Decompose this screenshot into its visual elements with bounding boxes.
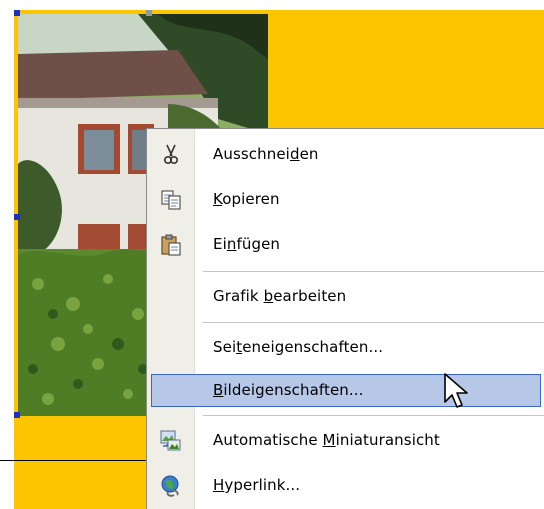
selection-handle-top-middle[interactable] — [146, 10, 152, 16]
menu-separator — [203, 415, 544, 416]
menu-separator — [203, 271, 544, 272]
menu-item-auto-thumbnail[interactable]: Automatische Miniaturansicht — [147, 422, 544, 459]
selection-handle-bottom-left[interactable] — [14, 412, 20, 418]
menu-item-page-properties[interactable]: Seiteneigenschaften... — [147, 329, 544, 366]
menu-separator — [203, 322, 544, 323]
menu-item-label: Bildeigenschaften... — [213, 381, 364, 399]
menu-item-label: Seiteneigenschaften... — [213, 338, 384, 356]
menu-item-label: Grafik bearbeiten — [213, 287, 347, 305]
menu-item-hyperlink[interactable]: Hyperlink... — [147, 467, 544, 504]
selection-handle-top-left[interactable] — [14, 10, 20, 16]
menu-item-label: Einfügen — [213, 235, 281, 253]
menu-item-cut[interactable]: Ausschneiden — [147, 136, 544, 173]
menu-item-edit-image[interactable]: Grafik bearbeiten — [147, 278, 544, 315]
copy-icon — [159, 188, 183, 212]
menu-item-label: Hyperlink... — [213, 476, 301, 494]
editor-canvas: Ausschneiden Kopieren Einfügen Grafik be… — [0, 0, 544, 509]
menu-item-label: Kopieren — [213, 190, 280, 208]
mouse-pointer-icon — [444, 373, 468, 408]
context-menu: Ausschneiden Kopieren Einfügen Grafik be… — [146, 128, 544, 509]
menu-item-copy[interactable]: Kopieren — [147, 181, 544, 218]
menu-item-image-properties[interactable]: Bildeigenschaften... — [147, 372, 544, 409]
scissors-icon — [159, 143, 183, 167]
menu-item-label: Automatische Miniaturansicht — [213, 431, 440, 449]
thumbnail-icon — [159, 429, 183, 453]
menu-item-label: Ausschneiden — [213, 145, 319, 163]
horizontal-rule — [0, 460, 150, 461]
hyperlink-globe-icon — [159, 474, 183, 498]
menu-item-paste[interactable]: Einfügen — [147, 226, 544, 263]
paste-icon — [159, 233, 183, 257]
selection-handle-middle-left[interactable] — [14, 214, 20, 220]
